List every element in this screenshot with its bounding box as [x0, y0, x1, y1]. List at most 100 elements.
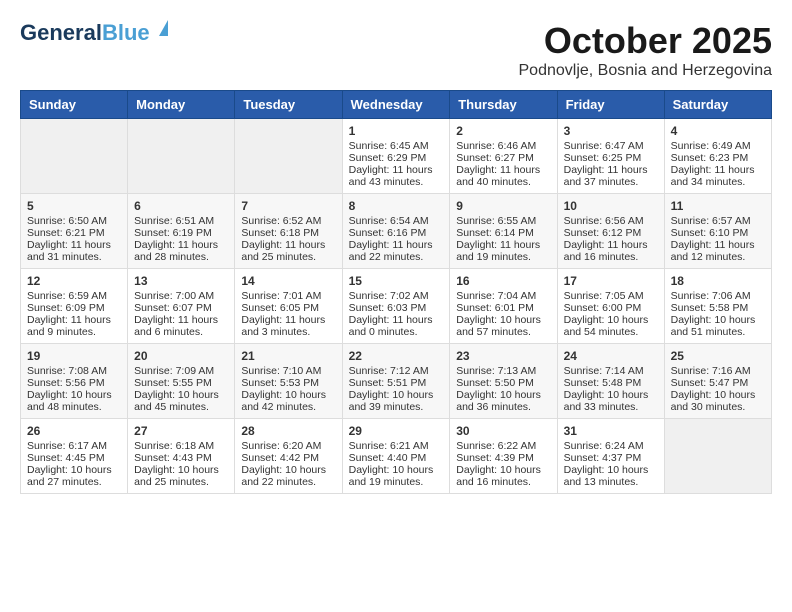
- calendar-cell: 7Sunrise: 6:52 AMSunset: 6:18 PMDaylight…: [235, 194, 342, 269]
- day-info: Sunrise: 6:46 AM: [456, 140, 550, 152]
- day-info: and 0 minutes.: [349, 326, 444, 338]
- calendar-cell: 11Sunrise: 6:57 AMSunset: 6:10 PMDayligh…: [664, 194, 771, 269]
- calendar-week-row: 5Sunrise: 6:50 AMSunset: 6:21 PMDaylight…: [21, 194, 772, 269]
- day-info: and 37 minutes.: [564, 176, 658, 188]
- calendar-cell: 9Sunrise: 6:55 AMSunset: 6:14 PMDaylight…: [450, 194, 557, 269]
- logo-general: General: [20, 20, 102, 45]
- day-info: Sunset: 6:29 PM: [349, 152, 444, 164]
- calendar-cell: 3Sunrise: 6:47 AMSunset: 6:25 PMDaylight…: [557, 119, 664, 194]
- calendar-cell: [664, 419, 771, 494]
- calendar-cell: 5Sunrise: 6:50 AMSunset: 6:21 PMDaylight…: [21, 194, 128, 269]
- day-number: 14: [241, 274, 335, 288]
- day-info: Sunrise: 6:54 AM: [349, 215, 444, 227]
- calendar-table: SundayMondayTuesdayWednesdayThursdayFrid…: [20, 90, 772, 494]
- weekday-header-monday: Monday: [128, 91, 235, 119]
- day-info: Sunset: 5:55 PM: [134, 377, 228, 389]
- day-number: 7: [241, 199, 335, 213]
- day-info: Sunset: 5:50 PM: [456, 377, 550, 389]
- day-number: 6: [134, 199, 228, 213]
- day-info: Sunset: 6:21 PM: [27, 227, 121, 239]
- day-info: Daylight: 10 hours: [564, 464, 658, 476]
- day-info: Sunset: 6:01 PM: [456, 302, 550, 314]
- day-info: Daylight: 11 hours: [134, 239, 228, 251]
- day-info: Sunset: 6:19 PM: [134, 227, 228, 239]
- calendar-cell: [128, 119, 235, 194]
- weekday-header-saturday: Saturday: [664, 91, 771, 119]
- day-number: 25: [671, 349, 765, 363]
- day-info: Daylight: 11 hours: [241, 239, 335, 251]
- day-info: Sunrise: 7:08 AM: [27, 365, 121, 377]
- calendar-cell: 23Sunrise: 7:13 AMSunset: 5:50 PMDayligh…: [450, 344, 557, 419]
- calendar-cell: 12Sunrise: 6:59 AMSunset: 6:09 PMDayligh…: [21, 269, 128, 344]
- day-info: and 42 minutes.: [241, 401, 335, 413]
- day-info: and 16 minutes.: [456, 476, 550, 488]
- calendar-cell: 10Sunrise: 6:56 AMSunset: 6:12 PMDayligh…: [557, 194, 664, 269]
- calendar-cell: 24Sunrise: 7:14 AMSunset: 5:48 PMDayligh…: [557, 344, 664, 419]
- day-info: Sunset: 6:07 PM: [134, 302, 228, 314]
- calendar-cell: 21Sunrise: 7:10 AMSunset: 5:53 PMDayligh…: [235, 344, 342, 419]
- day-info: Sunrise: 6:55 AM: [456, 215, 550, 227]
- day-info: Sunrise: 7:10 AM: [241, 365, 335, 377]
- day-info: Daylight: 11 hours: [134, 314, 228, 326]
- day-info: Sunrise: 6:22 AM: [456, 440, 550, 452]
- day-info: Sunrise: 7:05 AM: [564, 290, 658, 302]
- day-info: Sunset: 6:14 PM: [456, 227, 550, 239]
- day-number: 1: [349, 124, 444, 138]
- day-number: 30: [456, 424, 550, 438]
- day-info: Sunset: 5:48 PM: [564, 377, 658, 389]
- day-info: Sunrise: 7:01 AM: [241, 290, 335, 302]
- day-info: Sunset: 4:40 PM: [349, 452, 444, 464]
- calendar-cell: 18Sunrise: 7:06 AMSunset: 5:58 PMDayligh…: [664, 269, 771, 344]
- location-subtitle: Podnovlje, Bosnia and Herzegovina: [519, 62, 773, 80]
- calendar-cell: [21, 119, 128, 194]
- day-number: 10: [564, 199, 658, 213]
- month-title: October 2025: [519, 20, 773, 62]
- day-info: and 40 minutes.: [456, 176, 550, 188]
- day-info: Sunset: 6:27 PM: [456, 152, 550, 164]
- day-info: Daylight: 10 hours: [564, 389, 658, 401]
- day-info: and 3 minutes.: [241, 326, 335, 338]
- calendar-cell: 4Sunrise: 6:49 AMSunset: 6:23 PMDaylight…: [664, 119, 771, 194]
- calendar-cell: 17Sunrise: 7:05 AMSunset: 6:00 PMDayligh…: [557, 269, 664, 344]
- day-info: Sunset: 4:39 PM: [456, 452, 550, 464]
- day-info: Daylight: 11 hours: [349, 239, 444, 251]
- title-area: October 2025 Podnovlje, Bosnia and Herze…: [519, 20, 773, 80]
- day-number: 5: [27, 199, 121, 213]
- day-info: Sunset: 4:43 PM: [134, 452, 228, 464]
- day-info: Daylight: 11 hours: [564, 164, 658, 176]
- day-info: and 19 minutes.: [349, 476, 444, 488]
- calendar-cell: 15Sunrise: 7:02 AMSunset: 6:03 PMDayligh…: [342, 269, 450, 344]
- day-info: Daylight: 10 hours: [134, 389, 228, 401]
- day-info: and 33 minutes.: [564, 401, 658, 413]
- day-info: Daylight: 11 hours: [456, 239, 550, 251]
- logo-triangle-icon: [159, 20, 168, 36]
- day-info: Daylight: 10 hours: [564, 314, 658, 326]
- day-info: Sunrise: 6:20 AM: [241, 440, 335, 452]
- day-info: Daylight: 10 hours: [241, 389, 335, 401]
- day-info: Daylight: 11 hours: [671, 164, 765, 176]
- day-number: 12: [27, 274, 121, 288]
- day-info: Daylight: 11 hours: [671, 239, 765, 251]
- day-info: and 57 minutes.: [456, 326, 550, 338]
- day-info: Sunset: 5:53 PM: [241, 377, 335, 389]
- day-info: Daylight: 10 hours: [241, 464, 335, 476]
- calendar-week-row: 19Sunrise: 7:08 AMSunset: 5:56 PMDayligh…: [21, 344, 772, 419]
- day-info: Sunset: 5:58 PM: [671, 302, 765, 314]
- day-info: and 25 minutes.: [134, 476, 228, 488]
- day-info: and 19 minutes.: [456, 251, 550, 263]
- day-number: 11: [671, 199, 765, 213]
- day-info: and 27 minutes.: [27, 476, 121, 488]
- day-info: Sunrise: 6:51 AM: [134, 215, 228, 227]
- day-info: Sunset: 4:45 PM: [27, 452, 121, 464]
- calendar-cell: 29Sunrise: 6:21 AMSunset: 4:40 PMDayligh…: [342, 419, 450, 494]
- day-number: 3: [564, 124, 658, 138]
- day-info: Sunrise: 6:56 AM: [564, 215, 658, 227]
- day-info: Daylight: 11 hours: [241, 314, 335, 326]
- day-info: and 43 minutes.: [349, 176, 444, 188]
- calendar-week-row: 26Sunrise: 6:17 AMSunset: 4:45 PMDayligh…: [21, 419, 772, 494]
- calendar-cell: 2Sunrise: 6:46 AMSunset: 6:27 PMDaylight…: [450, 119, 557, 194]
- day-info: Sunrise: 6:45 AM: [349, 140, 444, 152]
- day-number: 8: [349, 199, 444, 213]
- day-info: and 22 minutes.: [241, 476, 335, 488]
- day-info: Sunrise: 7:00 AM: [134, 290, 228, 302]
